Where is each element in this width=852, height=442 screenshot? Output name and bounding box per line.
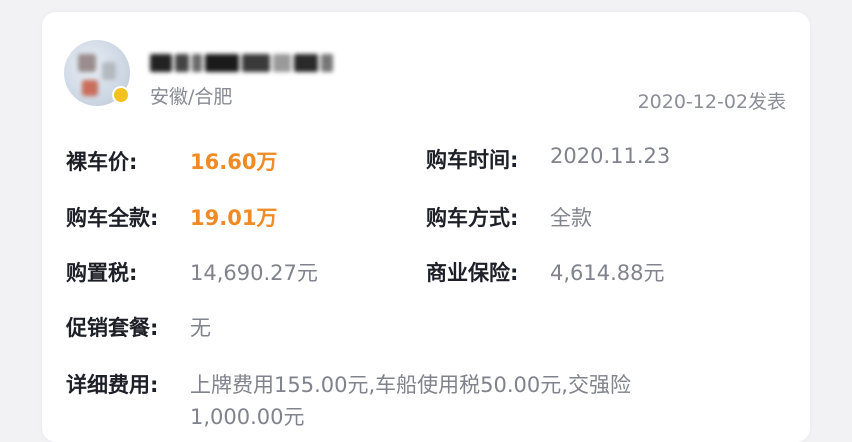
verified-badge-icon [112,86,130,104]
field-purchase-method: 购车方式: [426,202,518,232]
field-label: 裸车价: [66,150,138,174]
field-label: 购置税: [66,261,138,285]
user-header: 安徽/合肥 2020-12-02发表 [64,40,786,120]
promotion-value: 无 [190,316,211,340]
review-card: 安徽/合肥 2020-12-02发表 裸车价: 16.60万 购车时间: 202… [42,12,810,442]
field-purchase-time: 购车时间: [426,144,518,174]
commercial-insurance-value: 4,614.88元 [550,261,665,285]
avatar-blur-patch [82,80,98,96]
field-promotion: 促销套餐: [66,312,158,342]
field-label: 详细费用: [66,373,159,397]
field-label: 购车方式: [426,206,519,230]
field-detailed-cost-value-line2: 1,000.00元 [190,401,305,431]
field-detailed-cost-value-line1: 上牌费用155.00元,车船使用税50.00元,交强险 [190,369,631,399]
field-purchase-time-value: 2020.11.23 [550,144,670,168]
field-bare-price-value: 16.60万 [190,146,277,176]
field-label: 购车时间: [426,148,519,172]
field-commercial-insurance: 商业保险: [426,257,518,287]
post-date: 2020-12-02发表 [637,91,786,113]
bare-price-value: 16.60万 [190,150,278,174]
field-full-price-value: 19.01万 [190,202,277,232]
field-label: 促销套餐: [66,316,159,340]
avatar-blur-patch [102,62,116,80]
purchase-time-value: 2020.11.23 [550,144,671,168]
field-label: 商业保险: [426,261,519,285]
user-location: 安徽/合肥 [150,86,233,108]
purchase-tax-value: 14,690.27元 [190,261,318,285]
field-commercial-insurance-value: 4,614.88元 [550,257,665,287]
field-full-price: 购车全款: [66,202,158,232]
full-price-value: 19.01万 [190,206,278,230]
field-bare-price: 裸车价: [66,146,137,176]
detailed-cost-line2: 1,000.00元 [190,405,305,429]
username-redacted[interactable] [150,50,333,76]
field-detailed-cost: 详细费用: [66,369,158,399]
field-purchase-tax-value: 14,690.27元 [190,257,318,287]
field-label: 购车全款: [66,206,159,230]
avatar-blur-patch [78,54,96,72]
detailed-cost-line1: 上牌费用155.00元,车船使用税50.00元,交强险 [190,373,631,397]
purchase-method-value: 全款 [550,206,592,230]
field-purchase-tax: 购置税: [66,257,137,287]
field-promotion-value: 无 [190,312,211,342]
field-purchase-method-value: 全款 [550,202,592,232]
